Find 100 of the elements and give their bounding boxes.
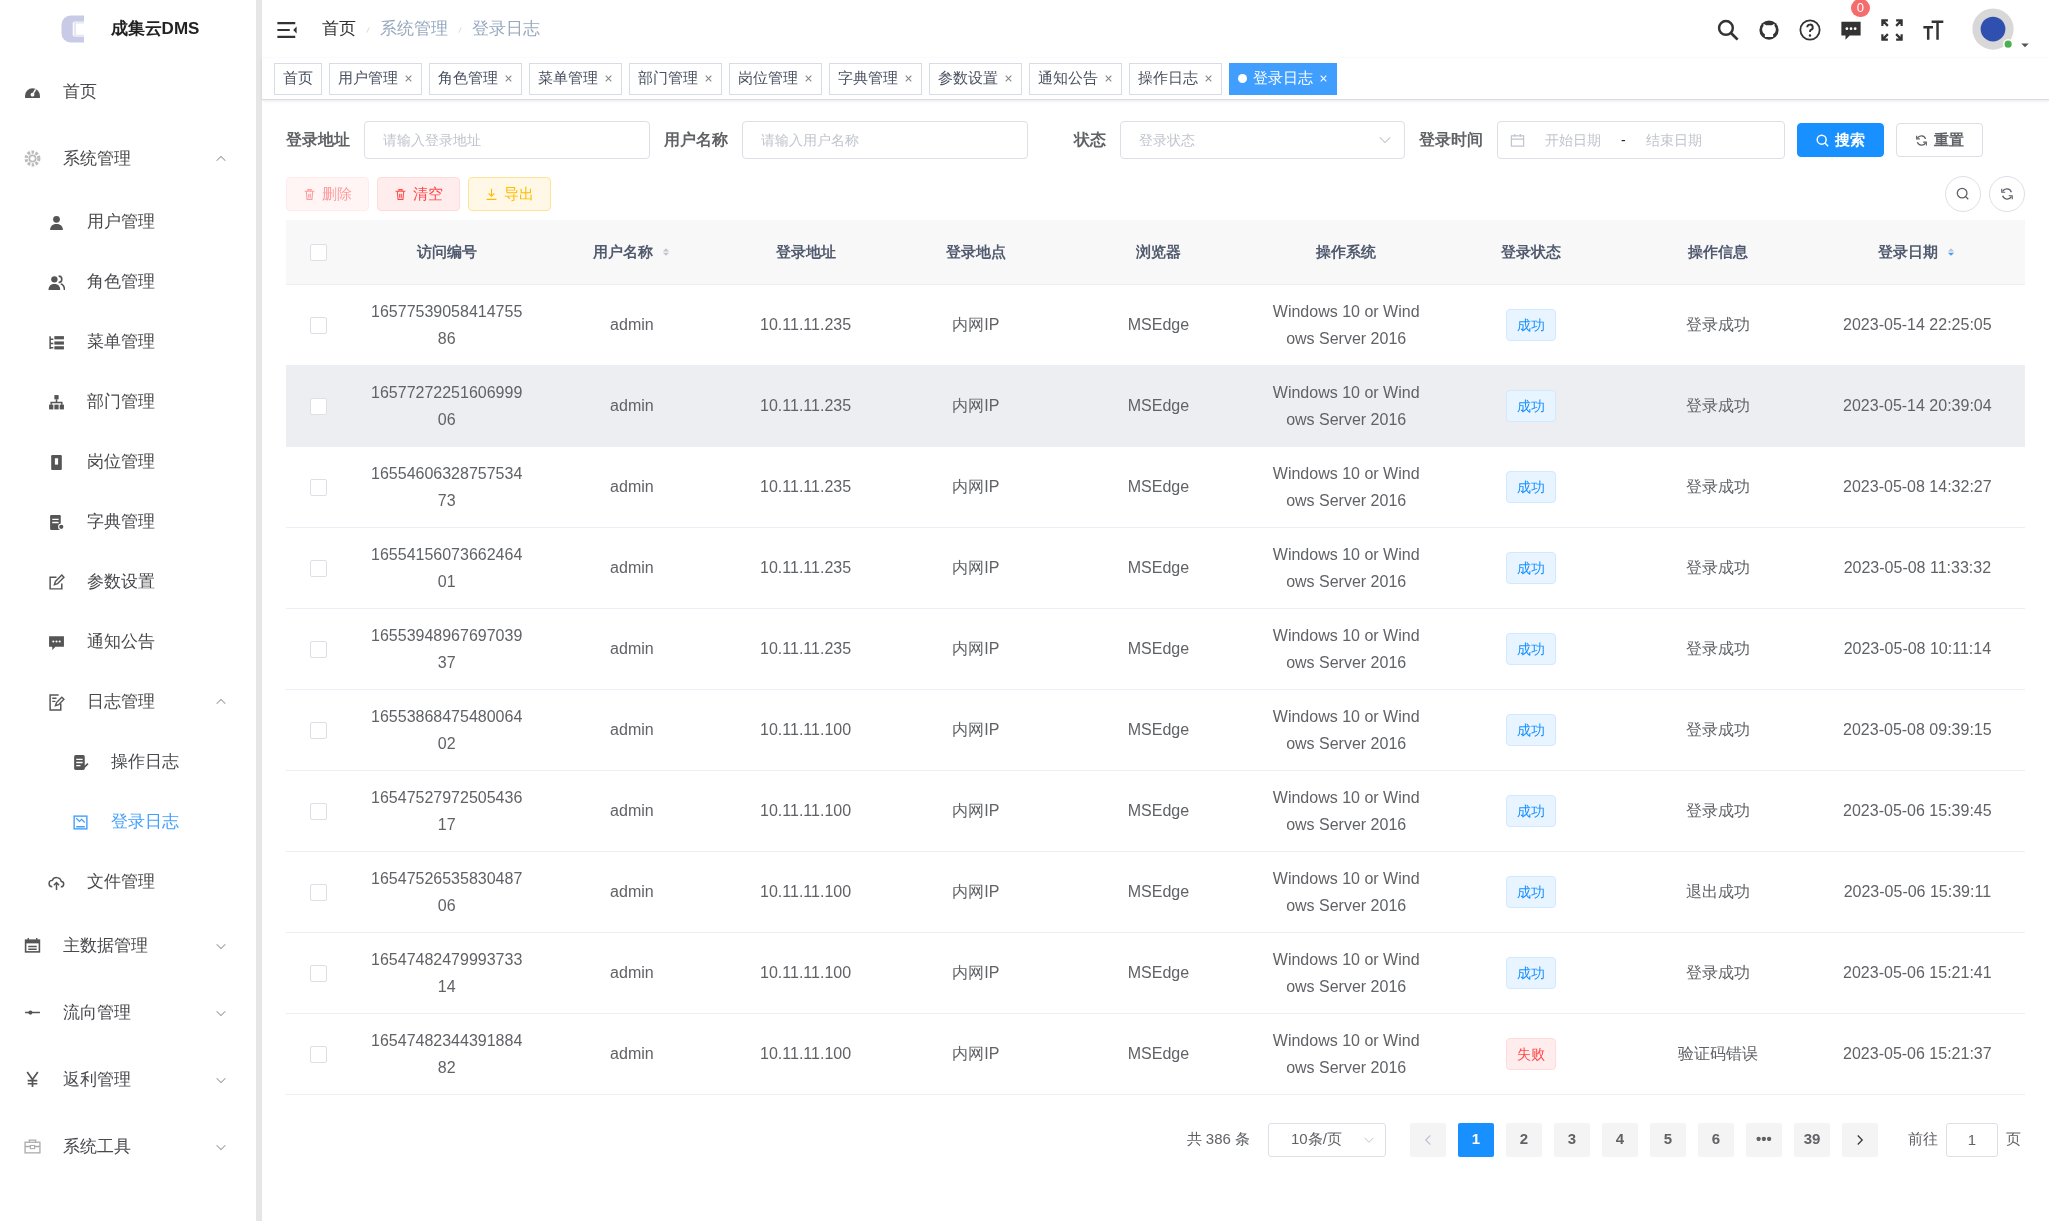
table-cell: MSEdge xyxy=(1127,963,1190,981)
tab[interactable]: 用户管理 xyxy=(329,62,422,95)
tab[interactable]: 角色管理 xyxy=(429,62,522,95)
sidebar-item[interactable]: 部门管理 xyxy=(0,372,256,432)
checkbox[interactable] xyxy=(309,721,327,739)
sidebar-item[interactable]: 首页 xyxy=(0,58,256,125)
breadcrumb-item: 登录日志 xyxy=(472,18,540,41)
sidebar-item[interactable]: 主数据管理 xyxy=(0,912,256,979)
page-button[interactable]: 6 xyxy=(1698,1122,1734,1157)
sidebar-item[interactable]: 文件管理 xyxy=(0,852,256,912)
checkbox[interactable] xyxy=(309,397,327,415)
page-button[interactable]: 2 xyxy=(1506,1122,1542,1157)
edit-icon xyxy=(48,573,65,591)
sidebar-item[interactable]: 系统管理 xyxy=(0,125,256,192)
table-cell: 内网IP xyxy=(952,396,1000,414)
tab[interactable]: 参数设置 xyxy=(929,62,1022,95)
column-header[interactable]: 登录日期 xyxy=(1878,240,1939,263)
table-cell: admin xyxy=(610,801,654,819)
close-icon xyxy=(804,74,813,83)
help-button[interactable] xyxy=(1799,17,1821,41)
table-cell: 登录成功 xyxy=(1686,963,1751,981)
table-cell-text: 1654752797250543617 xyxy=(370,787,524,835)
checkbox[interactable] xyxy=(309,964,327,982)
table-cell-text: Windows 10 or Windows Server 2016 xyxy=(1271,463,1421,511)
checkbox[interactable] xyxy=(309,883,327,901)
sidebar-item[interactable]: 菜单管理 xyxy=(0,312,256,372)
table-cell: 内网IP xyxy=(952,801,1000,819)
table-cell: 2023-05-08 10:11:14 xyxy=(1843,639,1992,657)
page-button[interactable]: 39 xyxy=(1794,1122,1830,1157)
table-cell: 10.11.11.100 xyxy=(760,882,852,900)
table-cell: MSEdge xyxy=(1127,882,1190,900)
page-button[interactable]: ••• xyxy=(1746,1122,1782,1157)
checkbox[interactable] xyxy=(309,244,327,262)
sidebar-item[interactable]: 用户管理 xyxy=(0,192,256,252)
checkbox[interactable] xyxy=(309,478,327,496)
sidebar-item[interactable]: 流向管理 xyxy=(0,979,256,1046)
page-size-select[interactable]: 10条/页 xyxy=(1268,1122,1386,1157)
table-cell: MSEdge xyxy=(1127,396,1190,414)
next-page-button[interactable] xyxy=(1842,1122,1878,1157)
search-button[interactable] xyxy=(1717,17,1739,41)
close-icon xyxy=(1004,74,1013,83)
search-icon xyxy=(1717,18,1739,41)
tab[interactable]: 首页 xyxy=(274,62,322,95)
table-cell: 登录成功 xyxy=(1686,558,1751,576)
column-header[interactable]: 用户名称 xyxy=(592,240,653,263)
people-icon xyxy=(48,273,65,291)
date-range-field[interactable]: 开始日期 - 结束日期 xyxy=(1497,121,1785,159)
sidebar-item[interactable]: 通知公告 xyxy=(0,612,256,672)
table-cell: 2023-05-14 20:39:04 xyxy=(1843,396,1992,414)
sidebar-item[interactable]: 操作日志 xyxy=(0,732,256,792)
filter-label: 状态 xyxy=(1074,130,1106,150)
table-cell: 10.11.11.100 xyxy=(760,963,852,981)
table-cell: admin xyxy=(610,396,654,414)
sidebar-item[interactable]: 返利管理 xyxy=(0,1046,256,1113)
tab[interactable]: 岗位管理 xyxy=(729,62,822,95)
reset-button[interactable]: 重置 xyxy=(1896,123,1983,157)
page-button[interactable]: 5 xyxy=(1650,1122,1686,1157)
yen-icon xyxy=(24,1071,41,1088)
table-cell: admin xyxy=(610,1044,654,1062)
fullscreen-button[interactable] xyxy=(1881,17,1903,41)
tab[interactable]: 操作日志 xyxy=(1129,62,1222,95)
table-cell: 10.11.11.235 xyxy=(760,477,852,495)
close-icon xyxy=(904,74,913,83)
sidebar-item[interactable]: 字典管理 xyxy=(0,492,256,552)
sidebar-item[interactable]: 角色管理 xyxy=(0,252,256,312)
status-tag: 成功 xyxy=(1506,875,1557,908)
table-cell-text: 1655394896769703937 xyxy=(370,625,524,673)
table-cell: 2023-05-06 15:39:45 xyxy=(1843,801,1992,819)
download-icon xyxy=(485,187,498,201)
sidebar-item[interactable]: 岗位管理 xyxy=(0,432,256,492)
page-button[interactable]: 4 xyxy=(1602,1122,1638,1157)
breadcrumb-item[interactable]: 首页 xyxy=(322,16,356,42)
checkbox[interactable] xyxy=(309,559,327,577)
input-field[interactable]: 请输入登录地址 xyxy=(364,121,650,159)
page-suffix: 页 xyxy=(2006,1129,2021,1150)
page-input[interactable]: 1 xyxy=(1946,1122,1998,1157)
tab[interactable]: 字典管理 xyxy=(829,62,922,95)
table-cell: 内网IP xyxy=(952,477,1000,495)
table-cell: 10.11.11.235 xyxy=(760,558,852,576)
sidebar-item[interactable]: 日志管理 xyxy=(0,672,256,732)
org-chart-icon xyxy=(48,393,65,411)
column-header: 操作系统 xyxy=(1316,241,1377,262)
checkbox[interactable] xyxy=(309,802,327,820)
checkbox[interactable] xyxy=(309,1045,327,1063)
table-cell-text: 1657727225160699906 xyxy=(370,382,524,430)
tab[interactable]: 部门管理 xyxy=(629,62,722,95)
person-icon xyxy=(48,213,65,231)
sidebar-item[interactable]: 系统工具 xyxy=(0,1113,256,1180)
page-button[interactable]: 3 xyxy=(1554,1122,1590,1157)
search-toggle-button[interactable] xyxy=(1945,176,1981,212)
table-cell: 2023-05-06 15:21:37 xyxy=(1843,1044,1992,1062)
tab[interactable]: 菜单管理 xyxy=(529,62,622,95)
checkbox[interactable] xyxy=(309,316,327,334)
sidebar-item[interactable]: 参数设置 xyxy=(0,552,256,612)
checkbox[interactable] xyxy=(309,640,327,658)
refresh-button[interactable] xyxy=(1989,176,2025,212)
table-cell-text: 1654748234439188482 xyxy=(370,1030,524,1078)
tab[interactable]: 通知公告 xyxy=(1029,62,1122,95)
table-cell: 内网IP xyxy=(952,558,1000,576)
input-field[interactable]: 请输入用户名称 xyxy=(742,121,1028,159)
